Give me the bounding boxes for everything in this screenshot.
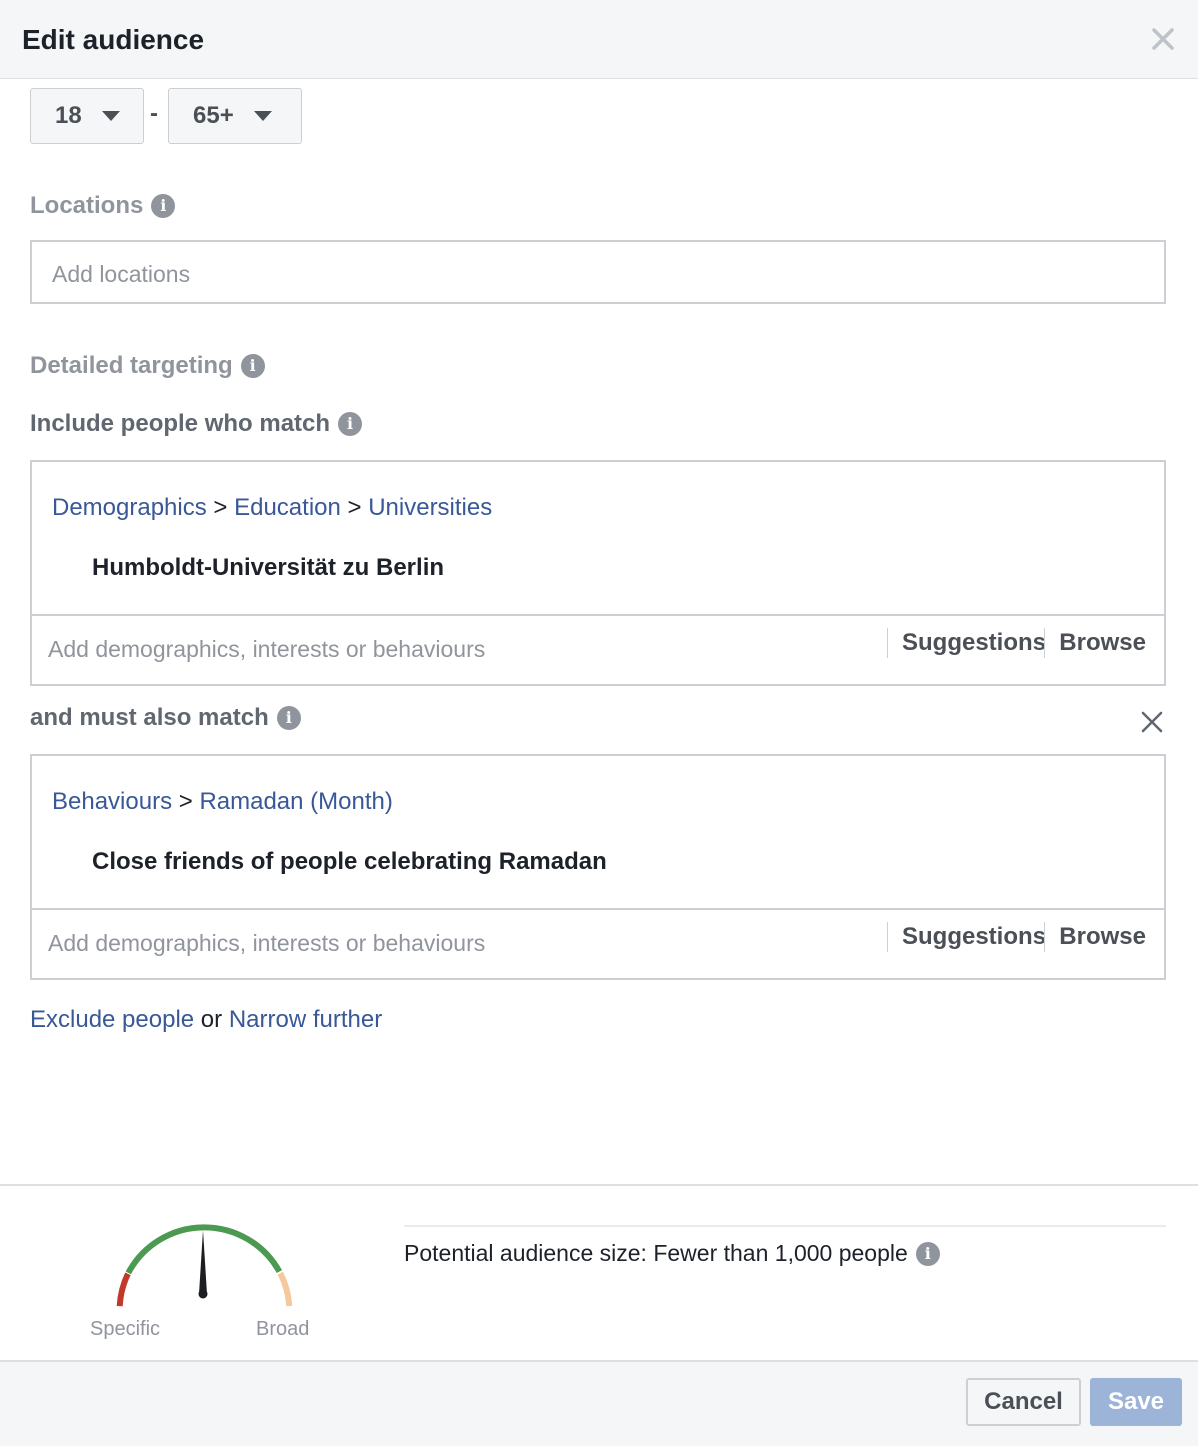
locations-label: Locations i xyxy=(30,192,176,220)
locations-label-text: Locations xyxy=(30,192,144,219)
locations-placeholder: Add locations xyxy=(52,261,191,287)
caret-down-icon xyxy=(253,111,272,121)
suggestions-button[interactable]: Suggestions xyxy=(886,628,1046,658)
also-match-label-text: and must also match xyxy=(30,704,269,731)
age-min-select[interactable]: 18 xyxy=(30,88,144,144)
crumb-education[interactable]: Education xyxy=(234,494,341,521)
cancel-button[interactable]: Cancel xyxy=(966,1378,1081,1426)
close-icon[interactable] xyxy=(1150,26,1176,52)
age-max-select[interactable]: 65+ xyxy=(168,88,302,144)
crumb-behaviours[interactable]: Behaviours xyxy=(52,788,172,815)
save-button[interactable]: Save xyxy=(1090,1378,1182,1426)
gauge-broad-label: Broad xyxy=(256,1318,310,1340)
age-separator: - xyxy=(150,100,158,127)
section-divider xyxy=(0,1184,1198,1186)
dialog-header: Edit audience xyxy=(0,0,1198,79)
include-targeting-box: Demographics > Education > Universities … xyxy=(30,460,1166,686)
or-text: or xyxy=(200,1006,223,1033)
also-targeting-box: Behaviours > Ramadan (Month) Close frien… xyxy=(30,754,1166,980)
crumb-universities[interactable]: Universities xyxy=(368,494,492,521)
gauge-needle xyxy=(199,1230,207,1294)
crumb-demographics[interactable]: Demographics xyxy=(52,494,207,521)
also-match-label: and must also match i xyxy=(30,704,301,732)
age-min-value: 18 xyxy=(55,102,82,129)
also-add-placeholder: Add demographics, interests or behaviour… xyxy=(48,930,486,956)
crumb-ramadan-month[interactable]: Ramadan (Month) xyxy=(199,788,392,815)
locations-input[interactable]: Add locations xyxy=(30,240,1166,304)
gauge-specific-label: Specific xyxy=(90,1318,161,1340)
info-icon[interactable]: i xyxy=(276,706,301,730)
caret-down-icon xyxy=(101,111,120,121)
include-label-text: Include people who match xyxy=(30,410,331,437)
crumb-separator: > xyxy=(213,494,228,521)
include-label: Include people who match i xyxy=(30,410,363,438)
age-max-value: 65+ xyxy=(193,102,234,129)
crumb-separator: > xyxy=(347,494,362,521)
info-icon[interactable]: i xyxy=(240,354,265,378)
audience-size-text: Potential audience size: Fewer than 1,00… xyxy=(404,1240,908,1266)
audience-gauge xyxy=(116,1224,293,1307)
breadcrumb: Demographics > Education > Universities xyxy=(52,494,492,522)
exclude-people-link[interactable]: Exclude people xyxy=(30,1006,194,1033)
info-icon[interactable]: i xyxy=(338,412,363,436)
include-add-input[interactable]: Add demographics, interests or behaviour… xyxy=(32,614,1164,684)
browse-button[interactable]: Browse xyxy=(1044,628,1146,658)
info-icon[interactable]: i xyxy=(151,194,176,218)
suggestions-button[interactable]: Suggestions xyxy=(886,922,1046,952)
include-add-placeholder: Add demographics, interests or behaviour… xyxy=(48,636,486,662)
dialog-title: Edit audience xyxy=(22,24,205,55)
exclude-narrow-links: Exclude people or Narrow further xyxy=(30,1006,382,1034)
audience-size: Potential audience size: Fewer than 1,00… xyxy=(404,1240,940,1267)
also-add-input[interactable]: Add demographics, interests or behaviour… xyxy=(32,908,1164,978)
detailed-targeting-label: Detailed targeting i xyxy=(30,352,265,380)
targeting-item[interactable]: Humboldt-Universität zu Berlin xyxy=(92,554,444,582)
detailed-targeting-label-text: Detailed targeting xyxy=(30,352,233,379)
crumb-separator: > xyxy=(178,788,193,815)
remove-group-close-icon[interactable] xyxy=(1140,710,1164,734)
targeting-item[interactable]: Close friends of people celebrating Rama… xyxy=(92,848,607,876)
audience-divider xyxy=(404,1225,1166,1227)
info-icon[interactable]: i xyxy=(915,1241,940,1266)
browse-button[interactable]: Browse xyxy=(1044,922,1146,952)
breadcrumb: Behaviours > Ramadan (Month) xyxy=(52,788,393,816)
narrow-further-link[interactable]: Narrow further xyxy=(229,1006,382,1033)
